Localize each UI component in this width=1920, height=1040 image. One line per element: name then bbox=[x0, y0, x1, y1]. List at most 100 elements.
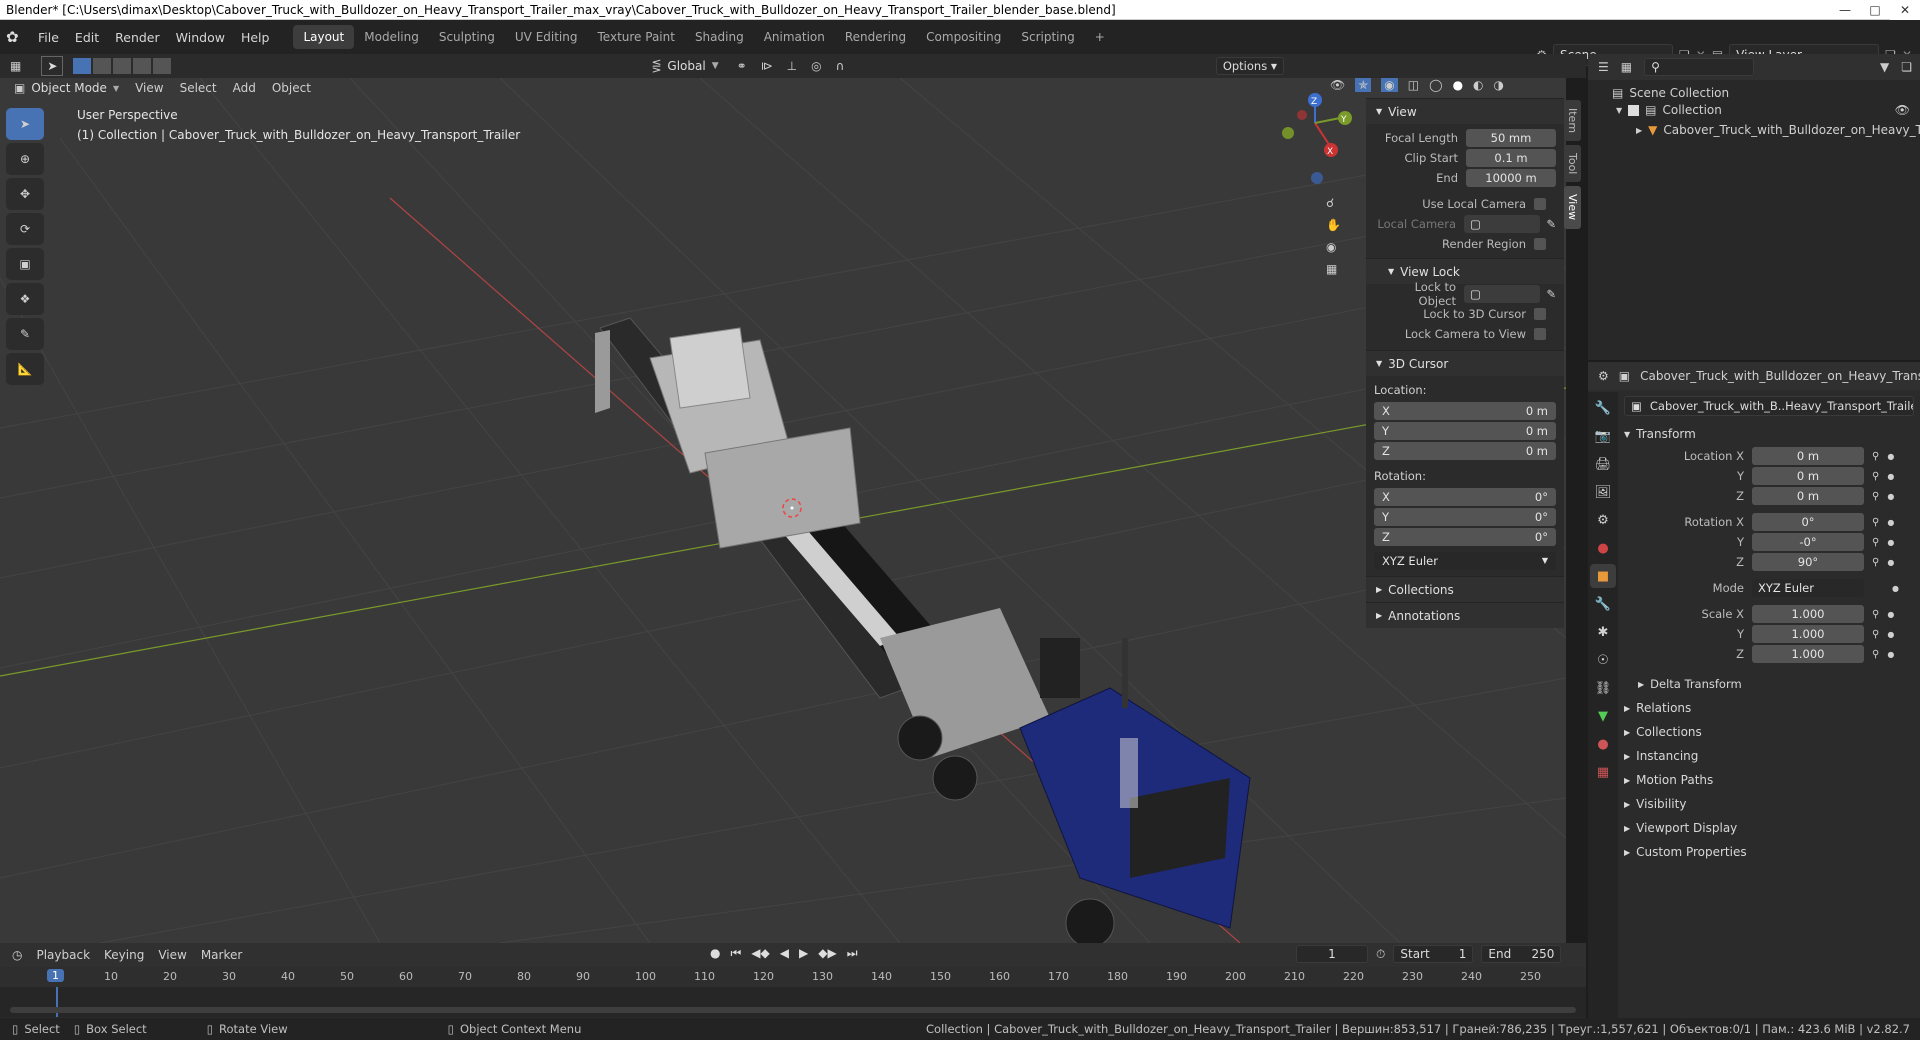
start-frame-field[interactable]: Start 1 bbox=[1393, 945, 1474, 963]
cursor-rotation-y[interactable]: Y 0° bbox=[1374, 508, 1556, 526]
menu-render[interactable]: Render bbox=[107, 30, 168, 45]
select-box-tool[interactable]: ➤ bbox=[6, 108, 44, 140]
texture-properties-icon[interactable]: ▦ bbox=[1590, 760, 1616, 784]
play-reverse-icon[interactable]: ◀ bbox=[780, 946, 789, 961]
collections-props-section[interactable]: ▶ Collections bbox=[1624, 720, 1914, 744]
viewport-menu-view[interactable]: View bbox=[135, 81, 163, 95]
cursor-rotation-z[interactable]: Z 0° bbox=[1374, 528, 1556, 546]
keyframe-dot-icon[interactable]: ● bbox=[1887, 630, 1894, 639]
menu-help[interactable]: Help bbox=[233, 30, 278, 45]
view-layer-properties-icon[interactable]: 🖼 bbox=[1590, 480, 1616, 504]
visibility-section[interactable]: ▶ Visibility bbox=[1624, 792, 1914, 816]
solid-shading-icon[interactable]: ● bbox=[1453, 78, 1463, 92]
instancing-section[interactable]: ▶ Instancing bbox=[1624, 744, 1914, 768]
location-y-field[interactable]: 0 m bbox=[1752, 467, 1864, 485]
timeline-editor-icon[interactable]: ◷ bbox=[12, 948, 22, 962]
keyframe-dot-icon[interactable]: ● bbox=[1887, 452, 1894, 461]
annotate-tool[interactable]: ✎ bbox=[6, 318, 44, 350]
grid-view-icon[interactable]: ▦ bbox=[1326, 262, 1341, 276]
viewport-menu-object[interactable]: Object bbox=[272, 81, 311, 95]
record-icon[interactable]: ● bbox=[710, 946, 720, 961]
measure-tool[interactable]: 📐 bbox=[6, 353, 44, 385]
motion-paths-section[interactable]: ▶ Motion Paths bbox=[1624, 768, 1914, 792]
minimize-icon[interactable]: — bbox=[1830, 0, 1860, 20]
scale-x-field[interactable]: 1.000 bbox=[1752, 605, 1864, 623]
keyframe-dot-icon[interactable]: ● bbox=[1887, 650, 1894, 659]
rotation-x-field[interactable]: 0° bbox=[1752, 513, 1864, 531]
modifier-properties-icon[interactable]: 🔧 bbox=[1590, 592, 1616, 616]
zoom-icon[interactable]: ☌ bbox=[1326, 196, 1341, 210]
lock-icon[interactable]: ⚲ bbox=[1872, 491, 1879, 502]
delta-transform-section[interactable]: ▶ Delta Transform bbox=[1624, 672, 1914, 696]
view-section-header[interactable]: ▼ View bbox=[1366, 98, 1564, 124]
cursor-location-y[interactable]: Y0 m bbox=[1374, 422, 1556, 440]
outliner-editor-icon[interactable]: ☰ bbox=[1598, 60, 1609, 74]
close-icon[interactable]: ✕ bbox=[1890, 0, 1920, 20]
display-mode-icon[interactable]: ▦ bbox=[1621, 60, 1632, 74]
lock-icon[interactable]: ⚲ bbox=[1872, 609, 1879, 620]
falloff-icon[interactable]: ∩ bbox=[836, 59, 845, 73]
menu-window[interactable]: Window bbox=[168, 30, 233, 45]
tool-properties-icon[interactable]: 🔧 bbox=[1590, 396, 1616, 420]
collections-section[interactable]: ▶ Collections bbox=[1366, 576, 1564, 602]
select-mode-subtract-icon[interactable] bbox=[113, 58, 132, 74]
timeline-menu-keying[interactable]: Keying bbox=[104, 948, 144, 962]
gizmo-toggle-icon[interactable]: ✯ bbox=[1355, 78, 1372, 92]
timeline-tracks[interactable] bbox=[0, 987, 1586, 1017]
timeline-menu-marker[interactable]: Marker bbox=[201, 948, 242, 962]
transform-section-header[interactable]: ▼ Transform bbox=[1624, 422, 1914, 446]
wireframe-shading-icon[interactable]: ◯ bbox=[1429, 78, 1442, 92]
collection-row[interactable]: ▼ ▤ Collection 👁 bbox=[1588, 100, 1920, 120]
scene-properties-icon[interactable]: ⚙ bbox=[1590, 508, 1616, 532]
clip-end-field[interactable]: 10000 m bbox=[1466, 169, 1556, 187]
add-workspace-icon[interactable]: + bbox=[1085, 25, 1115, 49]
tab-item[interactable]: Item bbox=[1564, 100, 1581, 142]
keyframe-dot-icon[interactable]: ● bbox=[1887, 472, 1894, 481]
tab-rendering[interactable]: Rendering bbox=[835, 25, 916, 49]
3d-viewport[interactable]: Z X Y User Perspective (1) Collection | … bbox=[0, 78, 1566, 943]
select-mode-new-icon[interactable] bbox=[73, 58, 92, 74]
cursor-rotation-x[interactable]: X 0° bbox=[1374, 488, 1556, 506]
pivot-point-icon[interactable]: ⚭ bbox=[737, 59, 747, 73]
constraint-properties-icon[interactable]: ⛓ bbox=[1590, 676, 1616, 700]
editor-type-icon[interactable]: ▦ bbox=[10, 59, 21, 73]
world-properties-icon[interactable]: ● bbox=[1590, 536, 1616, 560]
viewport-menu-select[interactable]: Select bbox=[180, 81, 217, 95]
jump-end-icon[interactable]: ⏭ bbox=[847, 946, 858, 961]
keyframe-dot-icon[interactable]: ● bbox=[1887, 558, 1894, 567]
options-dropdown[interactable]: Options ▼ bbox=[1215, 57, 1284, 75]
keyframe-dot-icon[interactable]: ● bbox=[1887, 538, 1894, 547]
lock-icon[interactable]: ⚲ bbox=[1872, 629, 1879, 640]
relations-section[interactable]: ▶ Relations bbox=[1624, 696, 1914, 720]
rotate-tool[interactable]: ⟳ bbox=[6, 213, 44, 245]
lock-icon[interactable]: ⚲ bbox=[1872, 537, 1879, 548]
lock-cursor-checkbox[interactable] bbox=[1534, 308, 1546, 320]
object-mode-dropdown[interactable]: Object Mode bbox=[31, 81, 107, 95]
cursor-location-x[interactable]: X0 m bbox=[1374, 402, 1556, 420]
outliner-search-input[interactable]: ⚲ bbox=[1644, 58, 1755, 76]
clip-start-field[interactable]: 0.1 m bbox=[1466, 149, 1556, 167]
object-data-properties-icon[interactable]: ▼ bbox=[1590, 704, 1616, 728]
cursor-rotation-mode-dropdown[interactable]: XYZ Euler ▼ bbox=[1374, 552, 1556, 570]
rendered-shading-icon[interactable]: ◑ bbox=[1494, 78, 1504, 92]
select-mode-invert-icon[interactable] bbox=[133, 58, 152, 74]
render-properties-icon[interactable]: 📷 bbox=[1590, 424, 1616, 448]
3d-cursor-header[interactable]: ▼ 3D Cursor bbox=[1366, 350, 1564, 376]
tab-animation[interactable]: Animation bbox=[754, 25, 835, 49]
current-frame-field[interactable]: 1 bbox=[1296, 945, 1368, 963]
lock-camera-checkbox[interactable] bbox=[1534, 328, 1546, 340]
tab-sculpting[interactable]: Sculpting bbox=[429, 25, 505, 49]
render-region-checkbox[interactable] bbox=[1534, 238, 1546, 250]
rotation-z-field[interactable]: 90° bbox=[1752, 553, 1864, 571]
physics-properties-icon[interactable]: ☉ bbox=[1590, 648, 1616, 672]
move-tool[interactable]: ✥ bbox=[6, 178, 44, 210]
location-x-field[interactable]: 0 m bbox=[1752, 447, 1864, 465]
timeline-menu-playback[interactable]: Playback bbox=[36, 948, 90, 962]
rotation-mode-dropdown[interactable]: XYZ Euler bbox=[1752, 579, 1864, 597]
transform-tool[interactable]: ❖ bbox=[6, 283, 44, 315]
stopwatch-icon[interactable]: ⏱ bbox=[1376, 947, 1385, 962]
eyedropper-icon[interactable]: ✎ bbox=[1546, 217, 1556, 231]
tab-modeling[interactable]: Modeling bbox=[354, 25, 429, 49]
object-name-field[interactable]: ▣ Cabover_Truck_with_B..Heavy_Transport_… bbox=[1624, 396, 1914, 416]
scale-z-field[interactable]: 1.000 bbox=[1752, 645, 1864, 663]
